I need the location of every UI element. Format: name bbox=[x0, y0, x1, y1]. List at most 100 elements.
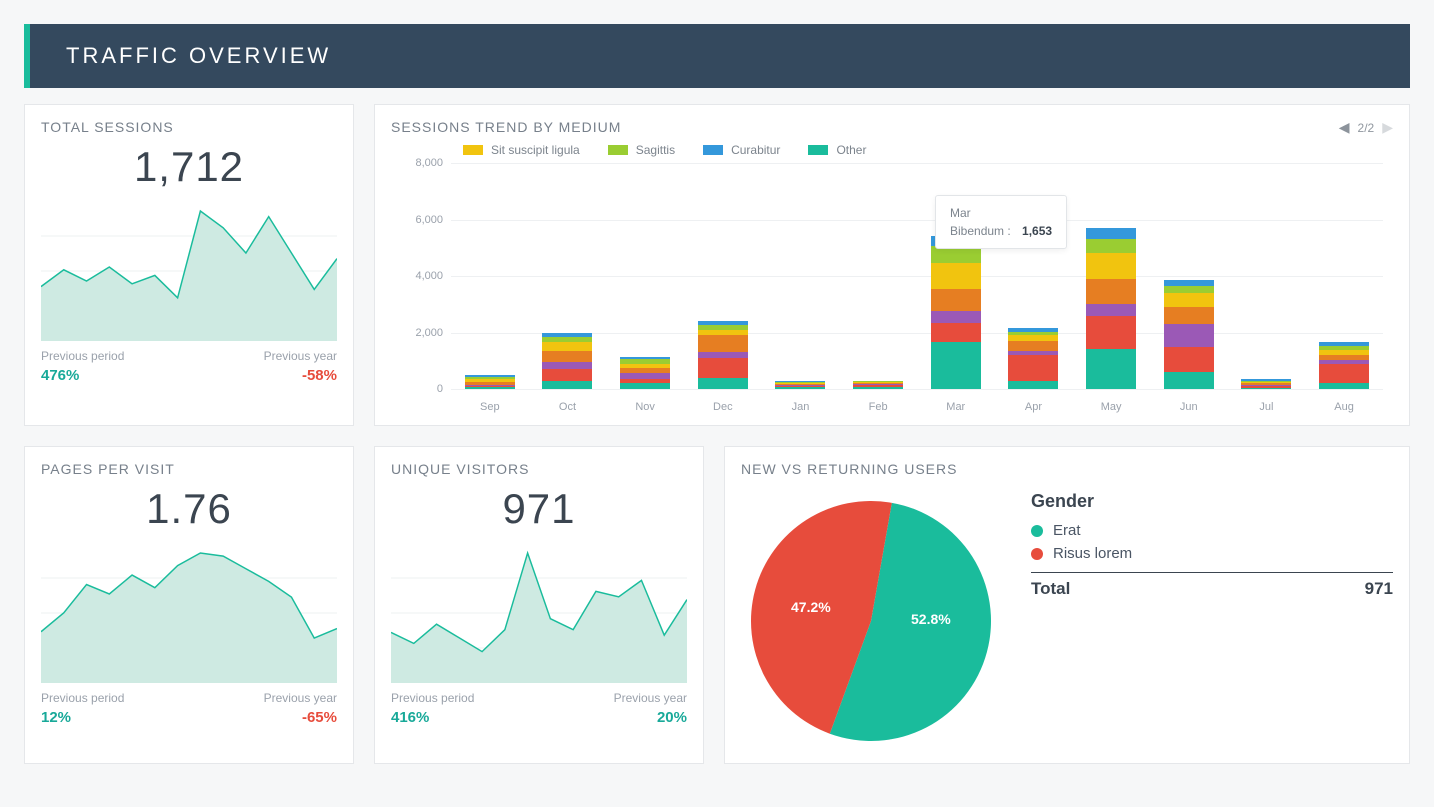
pager-prev-icon[interactable]: ◀ bbox=[1339, 119, 1350, 136]
bar-segment bbox=[1164, 293, 1214, 307]
x-tick-label: Dec bbox=[698, 401, 748, 413]
bar-segment bbox=[931, 323, 981, 343]
bar-segment bbox=[853, 387, 903, 389]
bar-segment bbox=[542, 342, 592, 350]
bar-segment bbox=[931, 342, 981, 389]
card-title: PAGES PER VISIT bbox=[41, 461, 337, 477]
bar-column[interactable] bbox=[465, 375, 515, 389]
legend-label: Other bbox=[836, 143, 866, 157]
bar-segment bbox=[1241, 388, 1291, 389]
legend-swatch bbox=[703, 145, 723, 155]
bar-segment bbox=[542, 351, 592, 362]
pie-total-value: 971 bbox=[1365, 579, 1393, 599]
bar-segment bbox=[1086, 304, 1136, 315]
y-tick-label: 2,000 bbox=[399, 327, 443, 339]
prev-period-value: 476% bbox=[41, 367, 124, 384]
bar-segment bbox=[1008, 355, 1058, 380]
bar-segment bbox=[1086, 239, 1136, 253]
legend-label: Sit suscipit ligula bbox=[491, 143, 580, 157]
pager-next-icon[interactable]: ▶ bbox=[1382, 119, 1393, 136]
chart-pager: ◀ 2/2 ▶ bbox=[1339, 119, 1393, 136]
bar-segment bbox=[698, 378, 748, 389]
sessions-bar-chart[interactable]: 02,0004,0006,0008,000SepOctNovDecJanFebM… bbox=[451, 163, 1383, 413]
x-tick-label: Jul bbox=[1241, 401, 1291, 413]
x-tick-label: Jun bbox=[1164, 401, 1214, 413]
bar-segment bbox=[542, 362, 592, 369]
prev-period-label: Previous period bbox=[391, 691, 474, 705]
bar-segment bbox=[1164, 372, 1214, 389]
bar-segment bbox=[1008, 341, 1058, 351]
legend-item[interactable]: Other bbox=[808, 143, 866, 157]
bar-segment bbox=[1086, 253, 1136, 278]
bar-column[interactable] bbox=[1164, 280, 1214, 389]
pages-per-visit-sparkline bbox=[41, 543, 337, 683]
bar-segment bbox=[1086, 349, 1136, 389]
legend-item[interactable]: Curabitur bbox=[703, 143, 780, 157]
bar-segment bbox=[1086, 279, 1136, 304]
prev-year-value: -58% bbox=[302, 367, 337, 384]
bar-segment bbox=[698, 358, 748, 378]
x-tick-label: Aug bbox=[1319, 401, 1369, 413]
card-title: NEW VS RETURNING USERS bbox=[741, 461, 1393, 477]
y-tick-label: 0 bbox=[399, 383, 443, 395]
x-tick-label: Feb bbox=[853, 401, 903, 413]
pie-total-label: Total bbox=[1031, 579, 1070, 599]
bar-column[interactable] bbox=[1086, 228, 1136, 389]
page-title: TRAFFIC OVERVIEW bbox=[30, 24, 331, 88]
bar-segment bbox=[465, 387, 515, 389]
bar-column[interactable] bbox=[775, 381, 825, 389]
pie-legend-title: Gender bbox=[1031, 491, 1393, 512]
bar-segment bbox=[542, 369, 592, 380]
bar-column[interactable] bbox=[931, 236, 981, 389]
bar-segment bbox=[931, 289, 981, 312]
card-title: TOTAL SESSIONS bbox=[41, 119, 337, 135]
bar-segment bbox=[931, 236, 981, 246]
card-total-sessions: TOTAL SESSIONS 1,712 Previous period 476… bbox=[24, 104, 354, 426]
legend-swatch bbox=[808, 145, 828, 155]
legend-swatch bbox=[608, 145, 628, 155]
y-tick-label: 6,000 bbox=[399, 214, 443, 226]
card-unique-visitors: UNIQUE VISITORS 971 Previous period 416%… bbox=[374, 446, 704, 764]
card-pages-per-visit: PAGES PER VISIT 1.76 Previous period 12%… bbox=[24, 446, 354, 764]
bar-column[interactable] bbox=[1241, 379, 1291, 389]
pie-legend-item[interactable]: Risus lorem bbox=[1031, 545, 1393, 562]
x-tick-label: May bbox=[1086, 401, 1136, 413]
bar-segment bbox=[1086, 228, 1136, 239]
legend-dot-icon bbox=[1031, 525, 1043, 537]
pie-chart[interactable]: 52.8% 47.2% bbox=[741, 491, 1001, 751]
prev-period-label: Previous period bbox=[41, 349, 124, 363]
pie-legend-item[interactable]: Erat bbox=[1031, 522, 1393, 539]
pages-per-visit-value: 1.76 bbox=[41, 485, 337, 533]
chart-legend: Sit suscipit ligula Sagittis Curabitur O… bbox=[463, 143, 1393, 157]
legend-label: Sagittis bbox=[636, 143, 675, 157]
bar-column[interactable] bbox=[542, 333, 592, 389]
total-sessions-sparkline bbox=[41, 201, 337, 341]
y-tick-label: 4,000 bbox=[399, 270, 443, 282]
pie-slice-pct: 52.8% bbox=[911, 611, 951, 627]
bar-segment bbox=[1086, 316, 1136, 350]
bar-segment bbox=[931, 311, 981, 322]
bar-column[interactable] bbox=[853, 381, 903, 389]
prev-year-value: 20% bbox=[657, 709, 687, 726]
legend-item[interactable]: Sagittis bbox=[608, 143, 675, 157]
bar-segment bbox=[1164, 307, 1214, 324]
bar-column[interactable] bbox=[620, 357, 670, 389]
bar-segment bbox=[1319, 364, 1369, 384]
legend-dot-icon bbox=[1031, 548, 1043, 560]
x-tick-label: Oct bbox=[542, 401, 592, 413]
y-tick-label: 8,000 bbox=[399, 157, 443, 169]
legend-swatch bbox=[463, 145, 483, 155]
prev-period-label: Previous period bbox=[41, 691, 124, 705]
bar-segment bbox=[1164, 347, 1214, 372]
legend-item[interactable]: Sit suscipit ligula bbox=[463, 143, 580, 157]
pager-text: 2/2 bbox=[1358, 121, 1375, 135]
bar-segment bbox=[542, 381, 592, 389]
bar-column[interactable] bbox=[698, 321, 748, 389]
bar-segment bbox=[775, 387, 825, 389]
bar-column[interactable] bbox=[1319, 342, 1369, 389]
bar-column[interactable] bbox=[1008, 328, 1058, 389]
card-title: UNIQUE VISITORS bbox=[391, 461, 687, 477]
prev-period-value: 12% bbox=[41, 709, 124, 726]
pie-slice-pct: 47.2% bbox=[791, 599, 831, 615]
unique-visitors-sparkline bbox=[391, 543, 687, 683]
